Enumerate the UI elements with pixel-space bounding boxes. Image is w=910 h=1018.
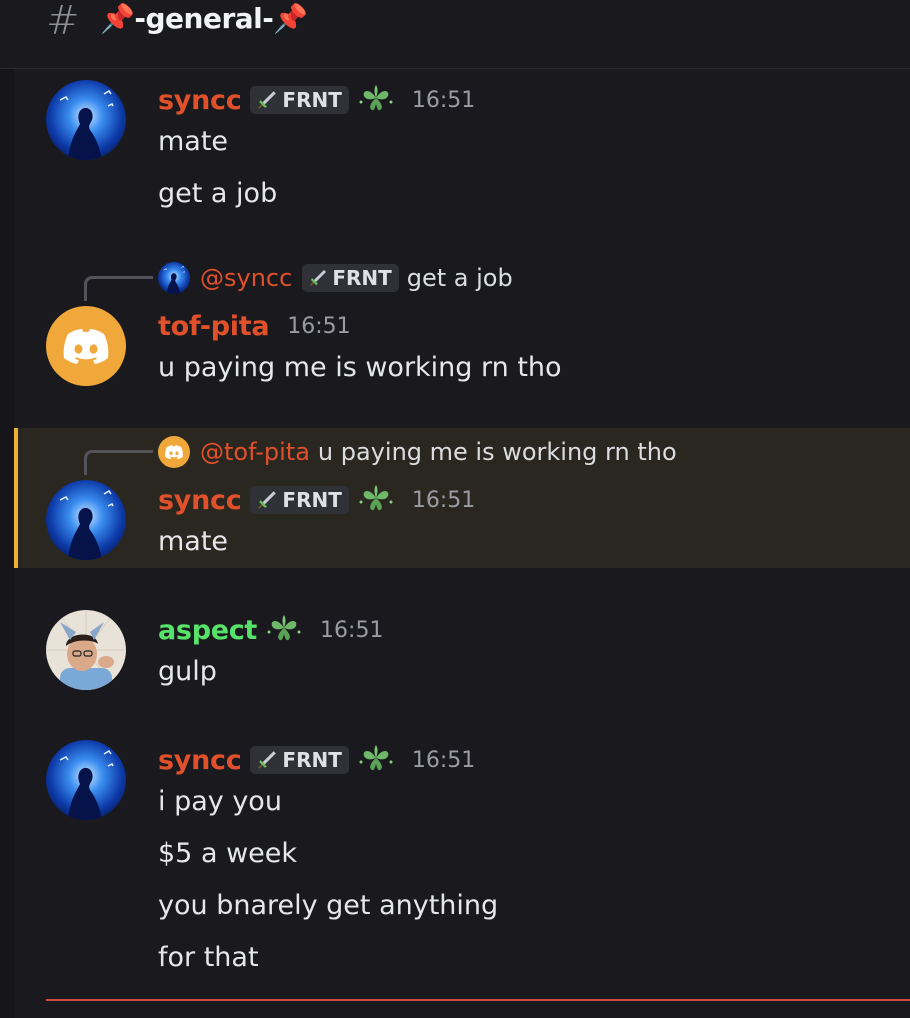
avatar[interactable] <box>46 306 126 386</box>
clan-tag-label: FRNT <box>282 748 342 772</box>
reply-mention[interactable]: @syncc <box>200 264 292 292</box>
clan-tag[interactable]: FRNT <box>250 86 349 114</box>
clan-tag[interactable]: FRNT <box>250 486 349 514</box>
message-text: you bnarely get anything <box>158 890 499 921</box>
sword-icon <box>256 749 278 771</box>
username[interactable]: syncc <box>158 745 242 776</box>
new-messages-divider <box>46 999 910 1001</box>
message-header: tof-pita 16:51 <box>158 306 351 346</box>
lotus-badge-icon[interactable] <box>358 742 394 778</box>
message-text: mate <box>158 126 229 157</box>
lotus-badge-icon[interactable] <box>358 482 394 518</box>
timestamp[interactable]: 16:51 <box>287 314 350 339</box>
reply-avatar <box>158 262 190 294</box>
reply-avatar <box>158 436 190 468</box>
username[interactable]: aspect <box>158 615 257 646</box>
left-rail <box>0 0 14 1018</box>
message-text: i pay you <box>158 786 282 817</box>
username[interactable]: syncc <box>158 485 242 516</box>
reply-connector <box>84 276 153 301</box>
reply-mention[interactable]: @tof-pita <box>200 438 310 466</box>
sword-icon <box>256 89 278 111</box>
message-text: $5 a week <box>158 838 298 869</box>
username[interactable]: tof-pita <box>158 311 270 342</box>
avatar[interactable] <box>46 480 126 560</box>
timestamp[interactable]: 16:51 <box>412 748 475 773</box>
lotus-badge-icon[interactable] <box>358 82 394 118</box>
message-header: syncc FRNT 16:51 <box>158 480 475 520</box>
timestamp[interactable]: 16:51 <box>412 88 475 113</box>
reply-preview[interactable]: @tof-pita u paying me is working rn tho <box>158 436 677 468</box>
sword-icon <box>308 268 328 288</box>
clan-tag-label: FRNT <box>332 266 392 290</box>
message-header: syncc FRNT 16:51 <box>158 80 475 120</box>
hash-icon: # <box>46 0 80 44</box>
reply-connector <box>84 450 153 475</box>
reply-text: get a job <box>406 264 513 292</box>
message-text: mate <box>158 526 229 557</box>
username[interactable]: syncc <box>158 85 242 116</box>
clan-tag[interactable]: FRNT <box>250 746 349 774</box>
message-text: gulp <box>158 656 217 687</box>
clan-tag: FRNT <box>302 264 399 292</box>
message-text: for that <box>158 942 259 973</box>
lotus-badge-icon[interactable] <box>266 612 302 648</box>
message-header: syncc FRNT 16:51 <box>158 740 475 780</box>
channel-name[interactable]: 📌-general-📌 <box>100 2 308 35</box>
avatar[interactable] <box>46 80 126 160</box>
clan-tag-label: FRNT <box>282 488 342 512</box>
timestamp[interactable]: 16:51 <box>320 618 383 643</box>
sword-icon <box>256 489 278 511</box>
message-text: u paying me is working rn tho <box>158 352 562 383</box>
clan-tag-label: FRNT <box>282 88 342 112</box>
reply-text: u paying me is working rn tho <box>317 438 677 466</box>
message-text: get a job <box>158 178 278 209</box>
message-header: aspect 16:51 <box>158 610 383 650</box>
reply-preview[interactable]: @syncc FRNT get a job <box>158 262 513 294</box>
timestamp[interactable]: 16:51 <box>412 488 475 513</box>
avatar[interactable] <box>46 610 126 690</box>
channel-header: # 📌-general-📌 <box>0 0 910 69</box>
avatar[interactable] <box>46 740 126 820</box>
